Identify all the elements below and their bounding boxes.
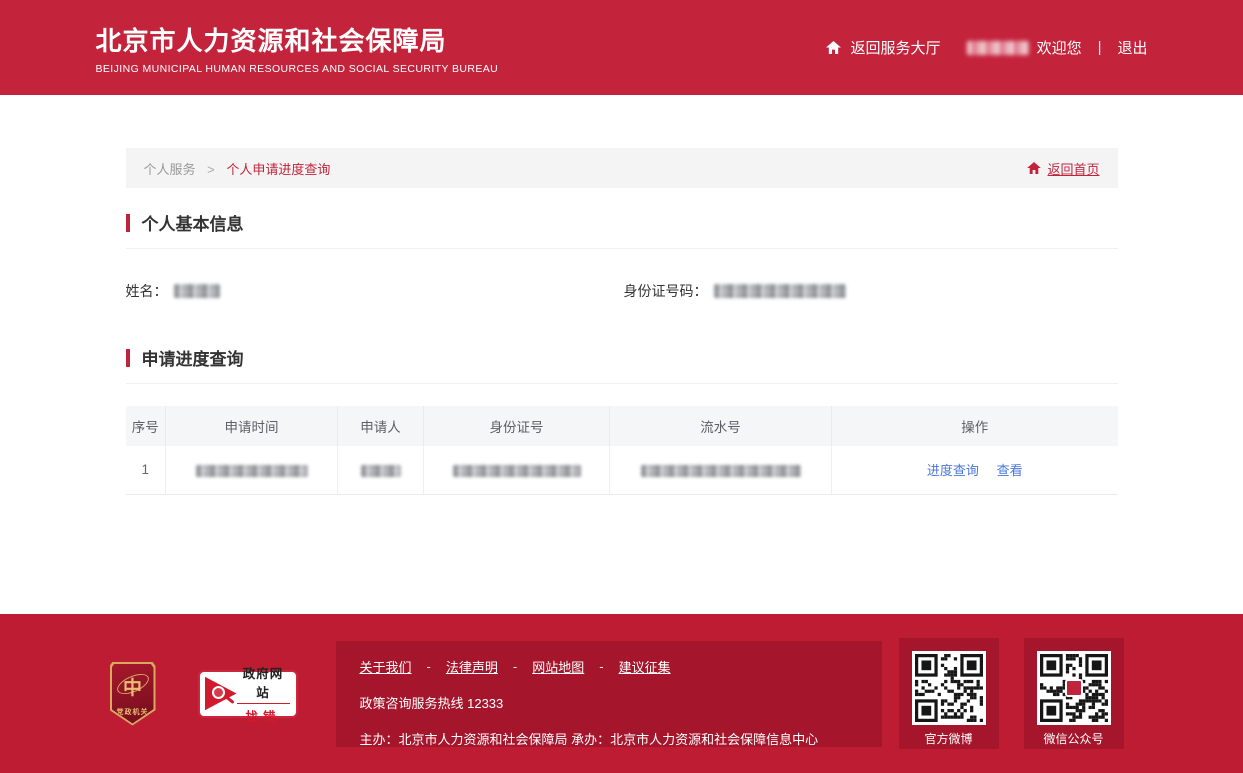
header-divider: | (1098, 39, 1102, 56)
redacted-serial-number (641, 465, 801, 477)
col-header-serial-number: 流水号 (610, 406, 832, 446)
col-header-apply-time: 申请时间 (166, 406, 338, 446)
site-subtitle: BEIJING MUNICIPAL HUMAN RESOURCES AND SO… (96, 63, 499, 75)
redacted-username (967, 41, 1029, 55)
site-badge-line1: 政府网站 (237, 663, 290, 704)
footer-link-sitemap[interactable]: 网站地图 (532, 657, 584, 676)
section-title-progress: 申请进度查询 (126, 345, 1118, 370)
redacted-apply-time (196, 465, 308, 477)
weibo-qr-code (912, 651, 986, 725)
redacted-applicant (361, 465, 401, 477)
footer-link-about[interactable]: 关于我们 (360, 657, 412, 676)
back-home-label: 返回首页 (1047, 159, 1099, 178)
breadcrumb-current: 个人申请进度查询 (226, 162, 330, 177)
shield-emblem-icon: 中 (123, 673, 142, 700)
footer-link-suggestions[interactable]: 建议征集 (619, 657, 671, 676)
site-brand: 北京市人力资源和社会保障局 BEIJING MUNICIPAL HUMAN RE… (96, 21, 499, 75)
cell-index: 1 (126, 446, 166, 494)
cell-apply-time (166, 446, 338, 494)
site-footer: 中 党政机关 政府网站 找错 关于我们 - 法律声明 - 网站地图 (0, 614, 1243, 773)
breadcrumb-parent[interactable]: 个人服务 (144, 162, 196, 177)
section-divider (126, 248, 1118, 249)
site-badge-line2: 找错 (237, 706, 290, 725)
wechat-qr-card: 微信公众号 (1024, 638, 1124, 749)
breadcrumb-bar: 个人服务 > 个人申请进度查询 返回首页 (126, 148, 1118, 188)
shield-badge-label: 党政机关 (117, 707, 149, 717)
footer-link-legal[interactable]: 法律声明 (446, 657, 498, 676)
home-icon[interactable] (826, 41, 841, 54)
breadcrumb-separator: > (207, 162, 215, 177)
weibo-qr-label: 官方微博 (924, 730, 972, 747)
footer-logos: 中 党政机关 政府网站 找错 (100, 662, 298, 726)
cell-applicant (338, 446, 424, 494)
back-home-link[interactable]: 返回首页 (1027, 159, 1099, 178)
wechat-qr-label: 微信公众号 (1043, 730, 1103, 747)
cell-actions: 进度查询 查看 (832, 446, 1118, 494)
cell-serial-number (610, 446, 832, 494)
col-header-index: 序号 (126, 406, 166, 446)
id-number-label: 身份证号码： (624, 281, 708, 301)
col-header-actions: 操作 (832, 406, 1118, 446)
site-header: 北京市人力资源和社会保障局 BEIJING MUNICIPAL HUMAN RE… (0, 0, 1243, 95)
footer-hotline: 政策咨询服务热线 12333 (360, 693, 882, 712)
footer-link-separator: - (513, 659, 517, 674)
id-number-field: 身份证号码： (624, 281, 846, 301)
redacted-name-value (174, 284, 220, 298)
redacted-id-number (453, 465, 581, 477)
wechat-qr-code (1037, 651, 1111, 725)
col-header-applicant: 申请人 (338, 406, 424, 446)
progress-query-link[interactable]: 进度查询 (927, 463, 979, 478)
logout-link[interactable]: 退出 (1117, 37, 1147, 58)
weibo-qr-card: 官方微博 (899, 638, 999, 749)
col-header-id-number: 身份证号 (424, 406, 610, 446)
progress-table: 序号 申请时间 申请人 身份证号 流水号 操作 1 进度查询 (126, 406, 1118, 495)
welcome-text: 欢迎您 (1037, 37, 1082, 58)
table-header-row: 序号 申请时间 申请人 身份证号 流水号 操作 (126, 406, 1118, 446)
section-marker (126, 349, 130, 367)
site-title: 北京市人力资源和社会保障局 (96, 21, 499, 58)
section-divider (126, 383, 1118, 384)
name-field: 姓名： (126, 281, 220, 301)
section-marker (126, 214, 130, 232)
footer-links: 关于我们 - 法律声明 - 网站地图 - 建议征集 (360, 657, 882, 676)
redacted-id-number-value (714, 284, 846, 298)
name-label: 姓名： (126, 281, 168, 301)
home-icon (1027, 162, 1041, 174)
footer-link-separator: - (599, 659, 603, 674)
breadcrumb: 个人服务 > 个人申请进度查询 (144, 159, 331, 178)
profile-section-title: 个人基本信息 (142, 210, 244, 235)
table-row: 1 进度查询 查看 (126, 446, 1118, 494)
header-nav: 返回服务大厅 欢迎您 | 退出 (826, 37, 1148, 58)
party-gov-shield-badge: 中 党政机关 (110, 662, 156, 726)
footer-info-panel: 关于我们 - 法律声明 - 网站地图 - 建议征集 政策咨询服务热线 12333… (336, 641, 882, 747)
cell-id-number (424, 446, 610, 494)
main-content: 个人服务 > 个人申请进度查询 返回首页 个人基本信息 姓名： 身份证号码： (0, 148, 1243, 614)
footer-organizers: 主办：北京市人力资源和社会保障局 承办：北京市人力资源和社会保障信息中心 (360, 729, 882, 748)
back-to-hall-link[interactable]: 返回服务大厅 (851, 37, 941, 58)
progress-section-title: 申请进度查询 (142, 345, 244, 370)
gov-site-error-report-badge[interactable]: 政府网站 找错 (198, 670, 298, 718)
view-link[interactable]: 查看 (997, 463, 1023, 478)
section-title-profile: 个人基本信息 (126, 210, 1118, 235)
footer-link-separator: - (427, 659, 431, 674)
profile-info-row: 姓名： 身份证号码： (126, 281, 1118, 301)
magnifier-flag-icon (205, 677, 237, 711)
wechat-qr-center-logo (1065, 679, 1083, 697)
